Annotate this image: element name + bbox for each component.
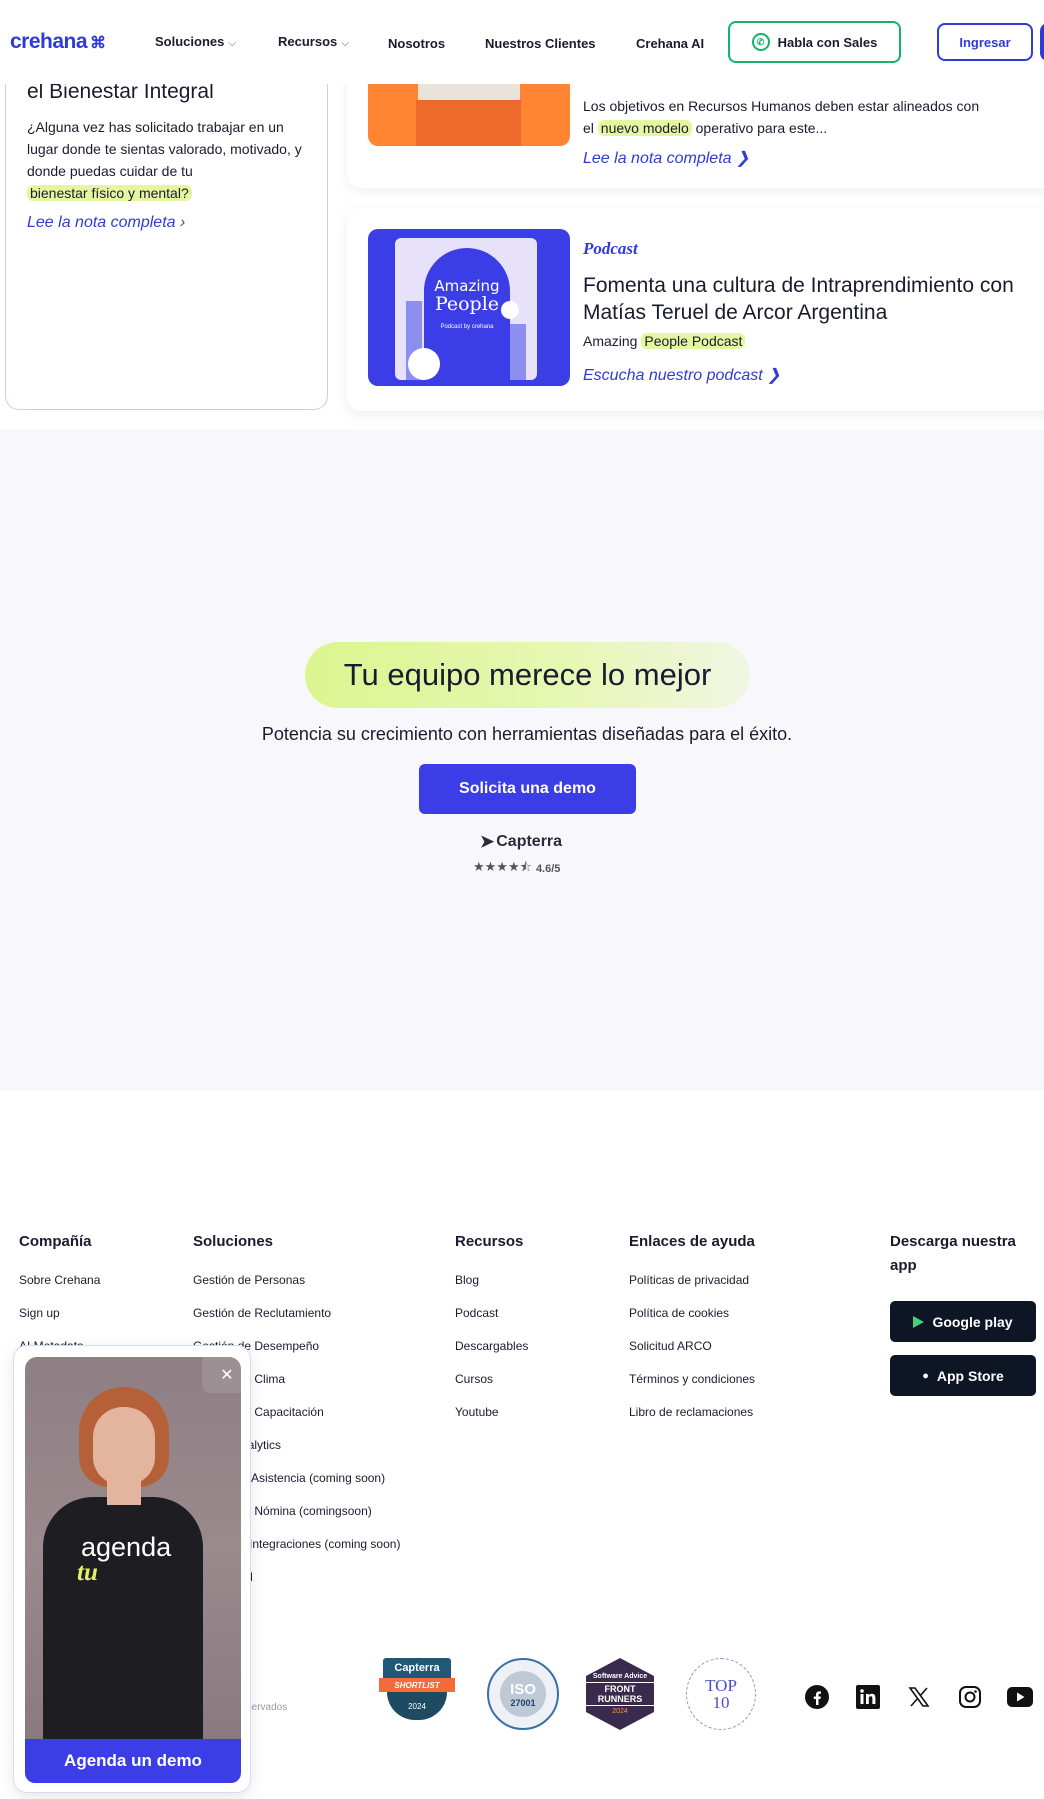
cta-headline: Tu equipo merece lo mejor xyxy=(305,642,750,708)
article-description: Los objetivos en Recursos Humanos deben … xyxy=(583,98,980,136)
footer-heading-recursos: Recursos xyxy=(455,1233,524,1250)
request-demo-button[interactable]: Solicita una demo xyxy=(419,764,636,814)
footer-link[interactable]: Términos y condiciones xyxy=(629,1372,755,1405)
demo-video-widget: agenda tu ✕ Agenda un demo xyxy=(13,1345,251,1793)
capterra-shortlist-badge: Capterra SHORTLIST 2024 xyxy=(379,1658,455,1726)
talk-to-sales-button[interactable]: ✆ Habla con Sales xyxy=(728,21,901,63)
cta-subtitle: Potencia su crecimiento con herramientas… xyxy=(261,724,793,744)
nav-crehana-ai[interactable]: Crehana AI xyxy=(636,36,704,51)
footer-link[interactable]: Descargables xyxy=(455,1339,528,1372)
footer-heading-compania: Compañía xyxy=(19,1233,92,1250)
cta-section: Tu equipo merece lo mejor Potencia su cr… xyxy=(0,430,1044,1090)
video-player[interactable]: agenda tu ✕ xyxy=(25,1357,241,1739)
facebook-icon[interactable] xyxy=(804,1684,830,1710)
capterra-rating: ★★★★⯪ 4.6/5 xyxy=(473,858,560,880)
footer-list-recursos: Blog Podcast Descargables Cursos Youtube xyxy=(455,1273,528,1438)
google-play-button[interactable]: Google play xyxy=(890,1301,1036,1342)
footer-link[interactable]: Cursos xyxy=(455,1372,528,1405)
podcast-thumbnail: Amazing People Podcast by crehana xyxy=(368,229,570,386)
capterra-logo[interactable]: ➤ Capterra xyxy=(480,832,562,852)
highlight-text: bienestar físico y mental? xyxy=(27,185,192,201)
sales-button-label: Habla con Sales xyxy=(777,34,878,50)
podcast-title: Fomenta una cultura de Intraprendimiento… xyxy=(583,274,1014,324)
logo-mark-icon: ⌘ xyxy=(90,35,106,52)
app-store-button[interactable]: ● App Store xyxy=(890,1355,1036,1396)
podcast-description: Amazing People Podcast xyxy=(583,333,746,349)
footer-link[interactable]: Solicitud ARCO xyxy=(629,1339,755,1372)
signup-button-edge[interactable] xyxy=(1040,23,1044,61)
footer-link[interactable]: Sobre Crehana xyxy=(19,1273,100,1306)
apple-icon: ● xyxy=(922,1369,929,1382)
nav-soluciones[interactable]: Soluciones ⌵ xyxy=(155,34,236,49)
article-description: ¿Alguna vez has solicitado trabajar en u… xyxy=(27,119,302,201)
top-navbar: crehana ⌘ Soluciones ⌵ Recursos ⌵ Nosotros … xyxy=(0,0,1044,84)
schedule-demo-button[interactable]: Agenda un demo xyxy=(25,1739,241,1783)
read-more-link[interactable]: Lee la nota completa › xyxy=(27,214,185,232)
footer-link[interactable]: Blog xyxy=(455,1273,528,1306)
footer-heading-app: Descarga nuestra app xyxy=(890,1233,1016,1274)
software-advice-badge: Software Advice FRONT RUNNERS 2024 xyxy=(586,1658,654,1730)
footer-link[interactable]: Política de cookies xyxy=(629,1306,755,1339)
google-play-icon xyxy=(913,1315,925,1328)
close-icon[interactable]: ✕ xyxy=(202,1357,241,1393)
instagram-icon[interactable] xyxy=(957,1684,983,1710)
x-icon[interactable] xyxy=(906,1684,932,1710)
footer-link[interactable]: Gestión de Personas xyxy=(193,1273,400,1306)
footer-heading-soluciones: Soluciones xyxy=(193,1233,274,1250)
highlight-text: People Podcast xyxy=(641,333,746,349)
chevron-down-icon: ⌵ xyxy=(228,38,236,49)
footer-link[interactable]: Políticas de privacidad xyxy=(629,1273,755,1306)
read-more-link[interactable]: Lee la nota completa ❯ xyxy=(583,148,749,168)
listen-podcast-link[interactable]: Escucha nuestro podcast ❯ xyxy=(583,365,781,385)
footer-heading-ayuda: Enlaces de ayuda xyxy=(629,1233,755,1250)
nav-recursos[interactable]: Recursos ⌵ xyxy=(278,34,349,49)
crehana-logo[interactable]: crehana ⌘ xyxy=(10,30,106,54)
footer-link[interactable]: Gestión de Reclutamiento xyxy=(193,1306,400,1339)
article-card-bienestar[interactable]: el Bienestar Integral ¿Alguna vez has so… xyxy=(5,30,328,410)
nav-nosotros[interactable]: Nosotros xyxy=(388,36,445,51)
youtube-icon[interactable] xyxy=(1007,1684,1033,1710)
top-10-badge: TOP 10 xyxy=(686,1658,756,1730)
podcast-card[interactable]: Amazing People Podcast by crehana Podcast… xyxy=(347,208,1044,411)
chevron-down-icon: ⌵ xyxy=(341,38,349,49)
footer-link[interactable]: Sign up xyxy=(19,1306,100,1339)
capterra-arrow-icon: ➤ xyxy=(480,832,495,851)
podcast-tag: Podcast xyxy=(583,239,638,258)
login-button[interactable]: Ingresar xyxy=(937,23,1033,61)
nav-nuestros-clientes[interactable]: Nuestros Clientes xyxy=(485,36,596,51)
star-rating-icon: ★★★★⯪ xyxy=(473,859,532,874)
footer-list-ayuda: Políticas de privacidad Política de cook… xyxy=(629,1273,755,1438)
footer-link[interactable]: Podcast xyxy=(455,1306,528,1339)
video-caption-line2: tu xyxy=(77,1559,98,1586)
whatsapp-icon: ✆ xyxy=(751,33,770,51)
footer-link[interactable]: Youtube xyxy=(455,1405,528,1438)
iso-27001-badge: ISO 27001 xyxy=(487,1658,559,1730)
linkedin-icon[interactable] xyxy=(855,1684,881,1710)
footer-link[interactable]: Libro de reclamaciones xyxy=(629,1405,755,1438)
highlight-text: nuevo modelo xyxy=(597,120,692,136)
